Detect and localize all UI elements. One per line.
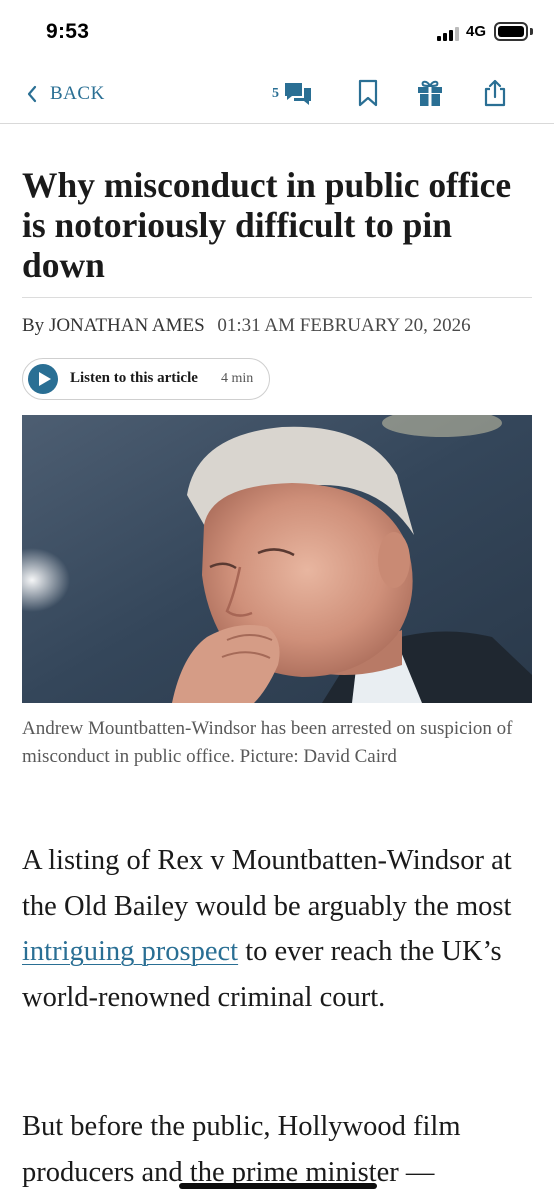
status-bar: 9:53 4G (0, 0, 554, 62)
gift-icon[interactable] (415, 78, 445, 108)
author-name[interactable]: JONATHAN AMES (49, 315, 205, 336)
intriguing-prospect-link[interactable]: intriguing prospect (22, 936, 238, 967)
photo-caption: Andrew Mountbatten-Windsor has been arre… (22, 718, 513, 767)
battery-tip (530, 28, 533, 35)
chevron-left-icon (27, 85, 37, 103)
bookmark-icon[interactable] (353, 78, 383, 108)
battery-icon (494, 22, 528, 41)
portrait-image (22, 415, 532, 703)
byline-prefix: By (22, 315, 45, 336)
comments-icon (285, 83, 311, 105)
signal-icon (437, 25, 461, 41)
comments-button[interactable]: 5 (272, 80, 313, 108)
body-paragraph-2: But before the public, Hollywood film pr… (22, 1111, 461, 1188)
share-icon[interactable] (480, 78, 510, 108)
article-photo[interactable] (22, 415, 532, 703)
listen-label: Listen to this article (70, 370, 198, 386)
article-toolbar: BACK 5 (0, 62, 554, 124)
article-headline: Why misconduct in public office is notor… (22, 165, 512, 285)
play-icon (28, 364, 58, 394)
listen-to-article-button[interactable]: Listen to this article 4 min (22, 358, 270, 400)
back-button[interactable]: BACK (26, 80, 105, 108)
listen-duration: 4 min (221, 371, 254, 386)
body-paragraph-1: A listing of Rex v Mountbatten-Windsor a… (22, 838, 537, 1020)
byline: By JONATHAN AMES 01:31 AM FEBRUARY 20, 2… (22, 315, 471, 337)
back-label: BACK (50, 83, 105, 104)
headline-divider (22, 297, 532, 298)
para1-text-before: A listing of Rex v Mountbatten-Windsor a… (22, 845, 512, 922)
status-time: 9:53 (46, 20, 90, 43)
comments-count: 5 (272, 86, 279, 101)
home-indicator[interactable] (179, 1183, 377, 1189)
publish-date: 01:31 AM FEBRUARY 20, 2026 (217, 315, 471, 336)
network-label: 4G (466, 23, 487, 40)
